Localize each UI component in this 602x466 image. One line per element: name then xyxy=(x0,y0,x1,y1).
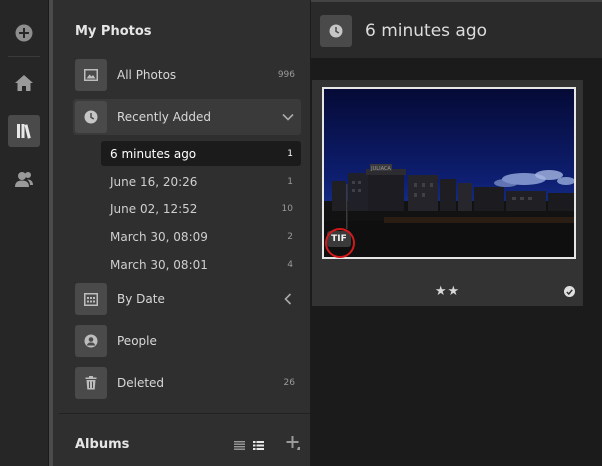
city-skyline-photo: JULIACA xyxy=(324,89,574,257)
library-button[interactable] xyxy=(8,115,40,147)
main-content: 6 minutes ago JULIACA TIF ★★ xyxy=(311,0,602,466)
recent-item-label: March 30, 08:01 xyxy=(110,257,208,272)
photo-count: 996 xyxy=(277,70,295,80)
sidebar-item-deleted[interactable]: Deleted 26 xyxy=(73,365,301,401)
highlight-circle xyxy=(325,228,355,258)
library-icon xyxy=(17,124,31,139)
recent-item-label: March 30, 08:09 xyxy=(110,229,208,244)
sidebar-item-label: All Photos xyxy=(117,68,177,82)
recent-item-count: 2 xyxy=(287,231,293,242)
sidebar-item-label: Recently Added xyxy=(117,110,211,124)
deleted-count: 26 xyxy=(283,378,295,388)
sidebar-item-label: By Date xyxy=(117,292,165,306)
photo-icon xyxy=(84,69,98,81)
recent-item-count: 4 xyxy=(287,259,293,270)
trash-icon xyxy=(85,376,97,390)
photo-thumbnail[interactable]: JULIACA TIF xyxy=(322,87,576,259)
calendar-icon xyxy=(84,293,98,306)
add-album-icon[interactable] xyxy=(286,435,300,454)
albums-title: Albums xyxy=(75,437,130,452)
trash-icon-box xyxy=(75,367,107,399)
clock-icon-box xyxy=(320,15,352,47)
photo-card[interactable]: JULIACA TIF ★★ xyxy=(312,80,583,306)
sidebar-item-label: People xyxy=(117,334,157,348)
recent-item-count: 10 xyxy=(281,203,293,214)
sidebar-item-recently-added[interactable]: Recently Added xyxy=(73,99,301,135)
photo-icon-box xyxy=(75,59,107,91)
add-icon xyxy=(15,24,33,42)
sidebar-item-all-photos[interactable]: All Photos 996 xyxy=(73,57,301,93)
grid-view-icon[interactable] xyxy=(253,435,264,454)
recent-item-label: June 16, 20:26 xyxy=(110,174,198,189)
check-icon[interactable] xyxy=(564,286,575,297)
calendar-icon-box xyxy=(75,283,107,315)
recent-item-0[interactable]: 6 minutes ago 1 xyxy=(101,141,301,166)
recent-item-1[interactable]: June 16, 20:26 1 xyxy=(101,169,301,194)
sign-text: JULIACA xyxy=(370,166,391,172)
albums-toolbar xyxy=(234,435,300,454)
home-icon xyxy=(15,75,33,91)
add-photos-button[interactable] xyxy=(8,17,40,49)
page-title: 6 minutes ago xyxy=(365,21,488,41)
recent-item-2[interactable]: June 02, 12:52 10 xyxy=(101,196,301,221)
recent-item-4[interactable]: March 30, 08:01 4 xyxy=(101,252,301,277)
sidebar-item-by-date[interactable]: By Date xyxy=(73,281,301,317)
recent-item-count: 1 xyxy=(287,176,293,187)
sidebar-item-label: Deleted xyxy=(117,376,165,390)
list-view-icon[interactable] xyxy=(234,435,245,454)
app-rail xyxy=(0,0,49,466)
clock-icon xyxy=(329,24,343,38)
rail-divider xyxy=(8,56,40,57)
star-rating[interactable]: ★★ xyxy=(312,284,583,299)
recent-item-label: 6 minutes ago xyxy=(110,146,197,161)
person-icon-box xyxy=(75,325,107,357)
sidebar-divider xyxy=(59,413,310,414)
recent-item-label: June 02, 12:52 xyxy=(110,201,198,216)
sidebar-item-people[interactable]: People xyxy=(73,323,301,359)
recent-item-count: 1 xyxy=(287,148,293,159)
sidebar-title: My Photos xyxy=(75,24,152,39)
person-icon xyxy=(84,334,98,348)
home-button[interactable] xyxy=(8,67,40,99)
clock-icon-box xyxy=(75,101,107,133)
people-icon xyxy=(15,172,33,187)
sidebar-panel: My Photos All Photos 996 Recently Added … xyxy=(53,0,311,466)
chevron-down-icon[interactable] xyxy=(281,110,295,124)
recent-item-3[interactable]: March 30, 08:09 2 xyxy=(101,224,301,249)
content-header: 6 minutes ago xyxy=(311,0,602,58)
clock-icon xyxy=(84,110,98,124)
people-rail-button[interactable] xyxy=(8,163,40,195)
chevron-left-icon[interactable] xyxy=(281,292,295,306)
